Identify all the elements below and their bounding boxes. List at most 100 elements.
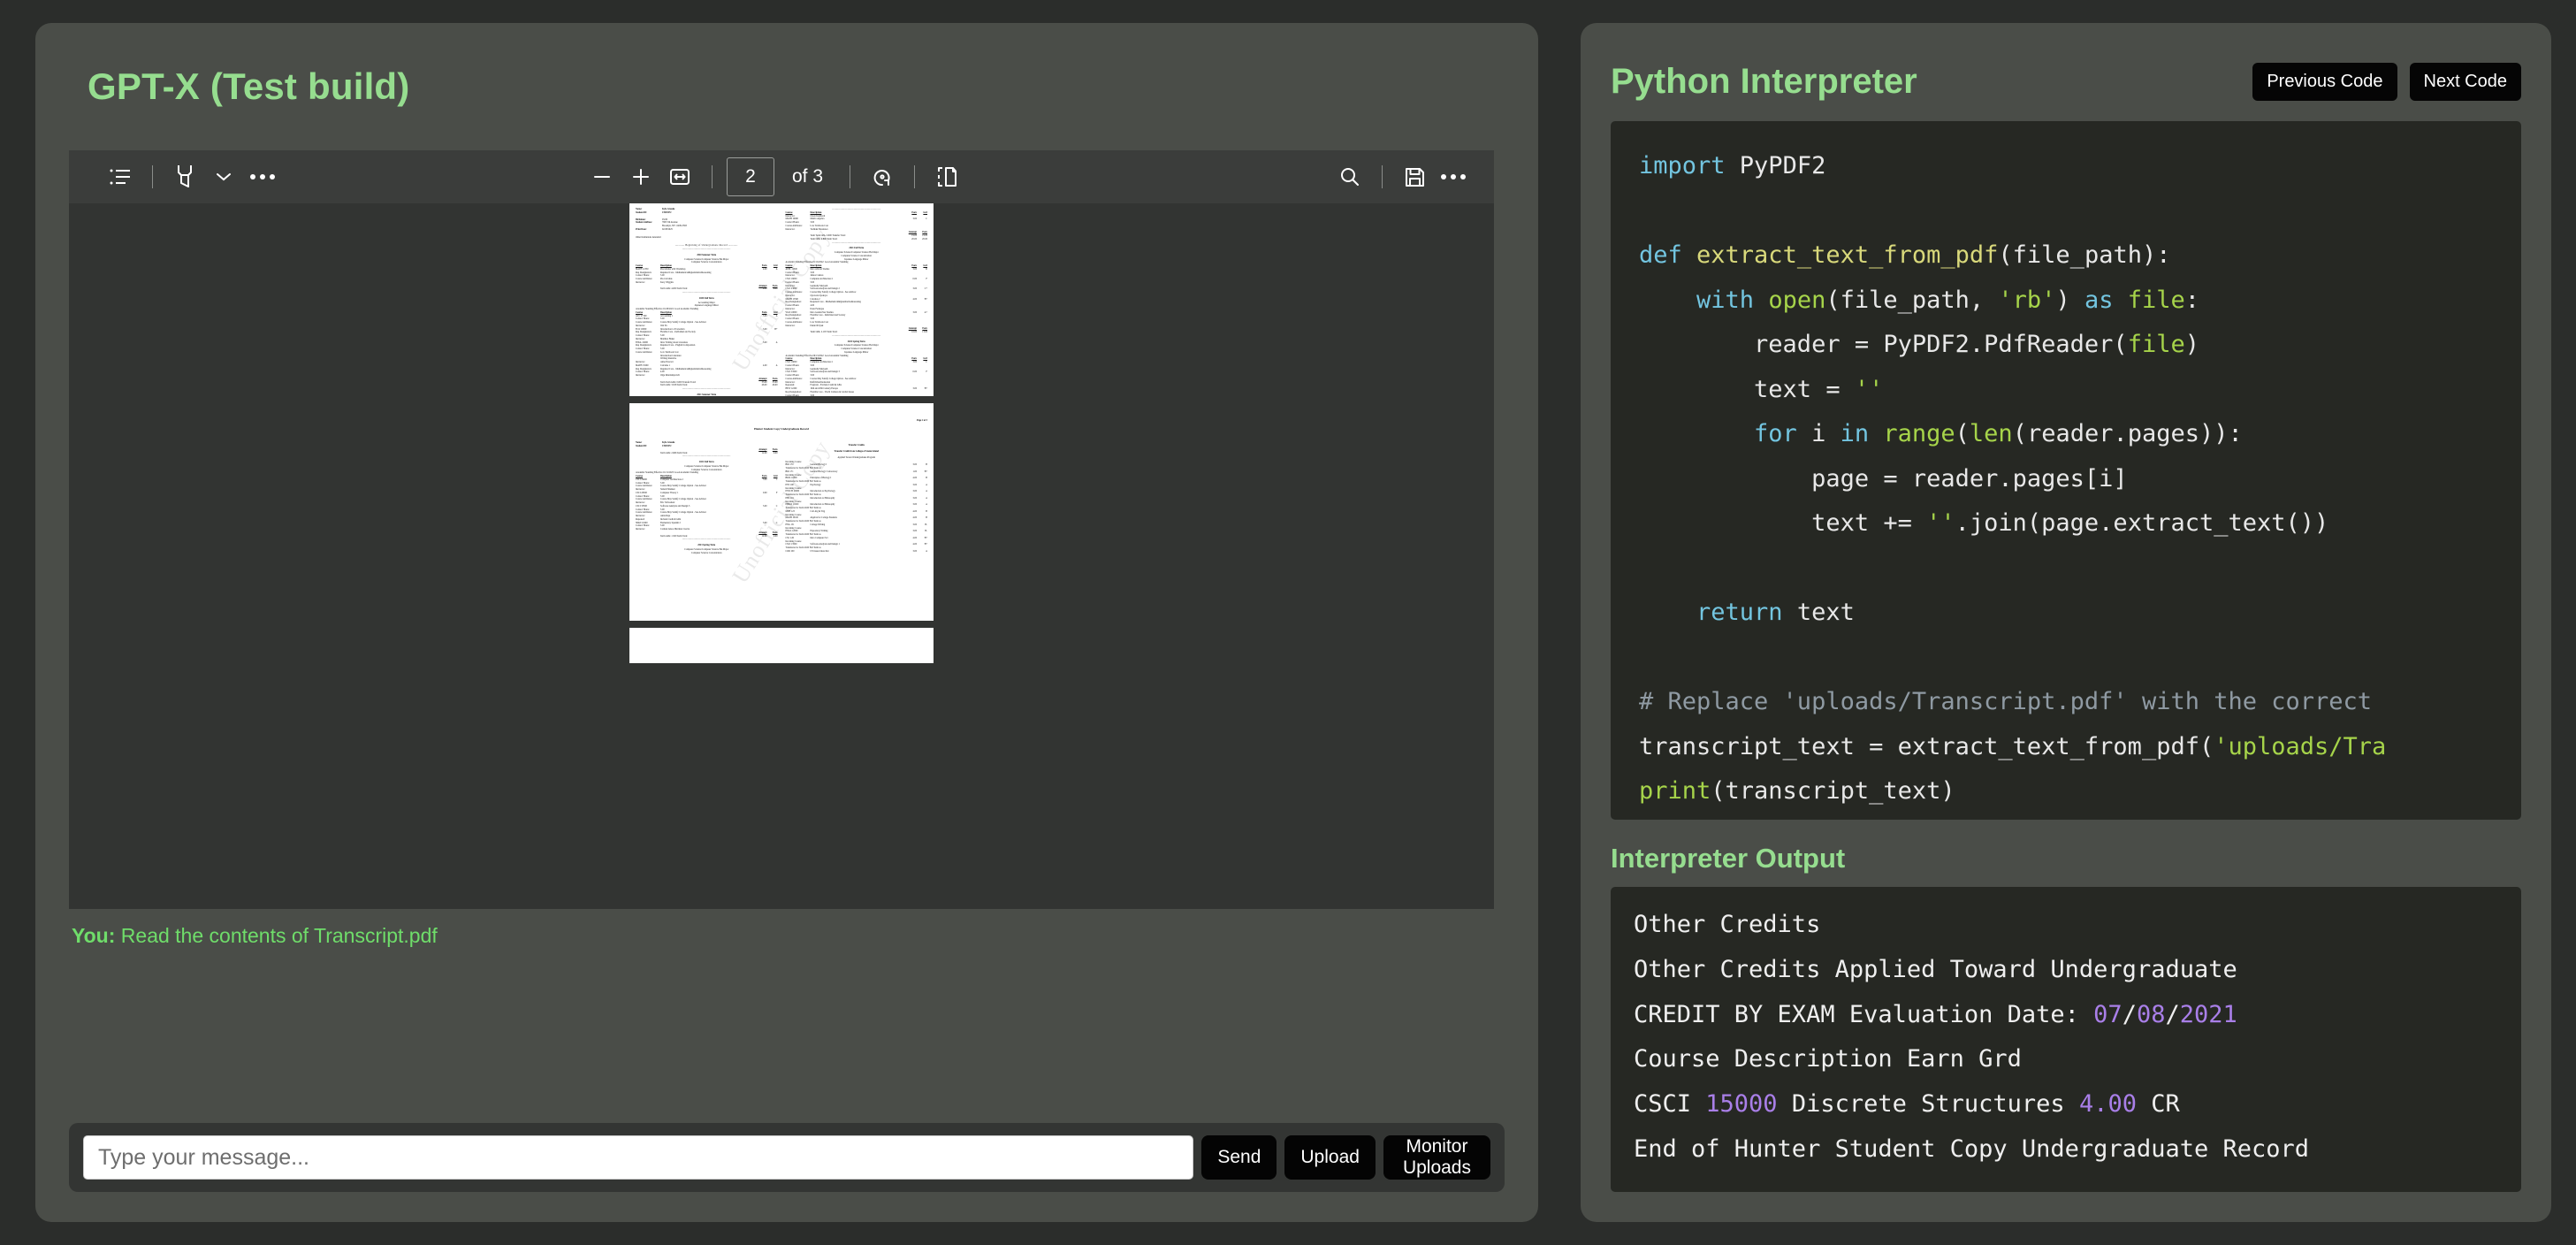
code-token: return [1696,599,1797,626]
search-icon[interactable] [1330,159,1369,195]
transcript-term-title: 2021 Summer Term [697,393,717,396]
code-token: : [2184,286,2200,314]
code-line: def extract_text_from_pdf(file_path): [1639,233,2493,279]
monitor-uploads-button[interactable]: Monitor Uploads [1383,1135,1490,1180]
output-line: Other Credits Applied Toward Undergradua… [1634,948,2498,993]
transcript-separator: ----------------------------------------… [832,333,881,337]
pdf-page-1-content: Name: Kyle Grande Student ID: 13929472 Bir… [629,203,934,396]
output-line: CREDIT BY EXAM Evaluation Date: 07/08/20… [1634,993,2498,1038]
code-token: import [1639,152,1740,179]
page-number-input[interactable]: 2 [727,157,774,196]
transcript-term-title: 2021 Fall Term [849,247,865,250]
send-button[interactable]: Send [1201,1135,1277,1180]
chat-sender: You: [72,924,116,947]
page2-col-left: Name: Kyle Grande Student ID: 13929472 Att… [636,441,778,554]
transcript-subplan: Computer Science Concentration [691,551,722,554]
toolbar-divider [914,165,916,188]
page-view-icon[interactable] [927,159,966,195]
zoom-in-icon[interactable] [621,159,660,195]
pdf-col-right: ----------------------------------------… [786,208,928,396]
message-input[interactable] [83,1135,1194,1180]
rotate-icon[interactable] [863,159,902,195]
page-count-label: of 3 [792,166,824,187]
transfer-transfer_title: Transfer Credits [848,444,865,447]
printdate-value: 02/28/2025 [662,227,673,231]
pdf-col-left: Name: Kyle Grande Student ID: 13929472 Bir… [636,208,778,396]
interpreter-title: Python Interpreter [1611,62,1917,101]
transcript-separator: ----------------------------------------… [682,248,731,250]
code-token: with [1696,286,1769,314]
output-token: 2021 [2179,1000,2237,1028]
transfer-credit-row: ENG 151 College Writing 3.00 B- [785,523,928,526]
code-token: (reader.pages)): [2012,420,2243,447]
transcript-term-total: Term GPA: 2.800 Term Total: 20.00 20.00 [810,237,928,241]
save-icon[interactable] [1395,159,1434,195]
student-id: 13929472 [662,210,672,214]
code-token: range [1883,420,1955,447]
code-token: 'uploads/Tra [2214,732,2387,760]
python-interpreter-panel: Python Interpreter Previous Code Next Co… [1581,23,2551,1222]
code-token: transcript_text = extract_text_from_pdf( [1639,732,2214,760]
transcript-separator: ----------------------------------------… [682,538,731,541]
pdf-toolbar-center-group: 2 of 3 [583,157,966,196]
next-code-button[interactable]: Next Code [2409,63,2521,101]
zoom-out-icon[interactable] [583,159,621,195]
code-line: reader = PyPDF2.PdfReader(file) [1639,323,2493,368]
transcript-term-title: 2023 Spring Term [697,544,716,547]
chat-panel: GPT-X (Test build) 2 of 3 Unofficial Cop… [35,23,1538,1222]
output-token: Discrete Structures [1777,1090,2079,1118]
code-line: import PyPDF2 [1639,144,2493,189]
code-token: (transcript_text) [1711,777,1955,805]
more-options-icon-right[interactable] [1434,159,1473,195]
code-token: PyPDF2 [1739,152,1826,179]
output-token: 4.00 [2078,1090,2137,1118]
previous-code-button[interactable]: Previous Code [2252,63,2397,101]
highlighter-icon[interactable] [165,159,204,195]
code-line: transcript_text = extract_text_from_pdf(… [1639,725,2493,770]
code-token: ( [1955,420,1970,447]
list-outline-icon[interactable] [101,159,140,195]
code-line: with open(file_path, 'rb') as file: [1639,279,2493,324]
page-title: GPT-X (Test build) [88,65,410,107]
transcript-separator: ----------------------------------------… [682,291,731,294]
code-token: len [1969,420,2013,447]
chevron-down-icon[interactable] [204,159,243,195]
page2-transfer-credits: Transfer Credits Transfer Credit from Col… [786,444,928,553]
output-token: / [2122,1000,2137,1028]
transcript-term-title: 2022 Fall Term [698,461,714,464]
printdate-label: Print Date: [636,227,647,231]
chat-transcript: You: Read the contents of Transcript.pdf [69,923,1505,1116]
output-line: End of Hunter Student Copy Undergraduate… [1634,1127,2498,1172]
output-line: CSCI 15000 Discrete Structures 4.00 CR [1634,1082,2498,1127]
transfer-credit-row: PSY 100 Psychology 3.00 A [785,483,928,486]
pdf-page-container[interactable]: Unofficial Copy Name: Kyle Grande Student… [69,203,1494,909]
chat-composer: Send Upload Monitor Uploads [69,1123,1505,1192]
code-line: print(transcript_text) [1639,769,2493,814]
code-display[interactable]: import PyPDF2 def extract_text_from_pdf(… [1611,121,2521,820]
output-token: CR [2136,1090,2180,1118]
code-token: print [1639,777,1711,805]
code-token: text += [1639,509,1927,537]
output-token: Other Credits [1634,911,1821,938]
code-line: page = reader.pages[i] [1639,457,2493,502]
pdf-viewer: 2 of 3 Unofficial Copy Name: Kyle Grande… [69,150,1494,909]
output-token: / [2165,1000,2180,1028]
code-token: (file_path, [1825,286,1999,314]
transfer-credit-row: BIO 171 General Biology I Laboratory 1.00 B… [785,470,928,473]
pdf-page-2: Unofficial Copy Page 2 of 3 Hunter Stude… [629,403,934,621]
code-token: .join(page.extract_text()) [1955,509,2329,537]
upload-button[interactable]: Upload [1284,1135,1376,1180]
interpreter-output[interactable]: Other Credits Other Credits Applied Towar… [1611,887,2521,1192]
code-line: for i in range(len(reader.pages)): [1639,412,2493,457]
output-line: Other Credits [1634,903,2498,948]
more-options-icon-left[interactable] [243,159,282,195]
transfer-transfer_sub2: Applied Toward Undergraduate Program [837,455,875,459]
interpreter-header-buttons: Previous Code Next Code [2252,63,2521,101]
fit-width-icon[interactable] [660,159,699,195]
transfer-credit-row: PHL 101 Introduction to Philosophy 3.00 A [785,496,928,500]
output-token: CREDIT BY EXAM Evaluation Date: [1634,1000,2094,1028]
code-token: in [1840,420,1884,447]
page2-col-right: Transfer Credits Transfer Credit from Col… [786,441,928,554]
